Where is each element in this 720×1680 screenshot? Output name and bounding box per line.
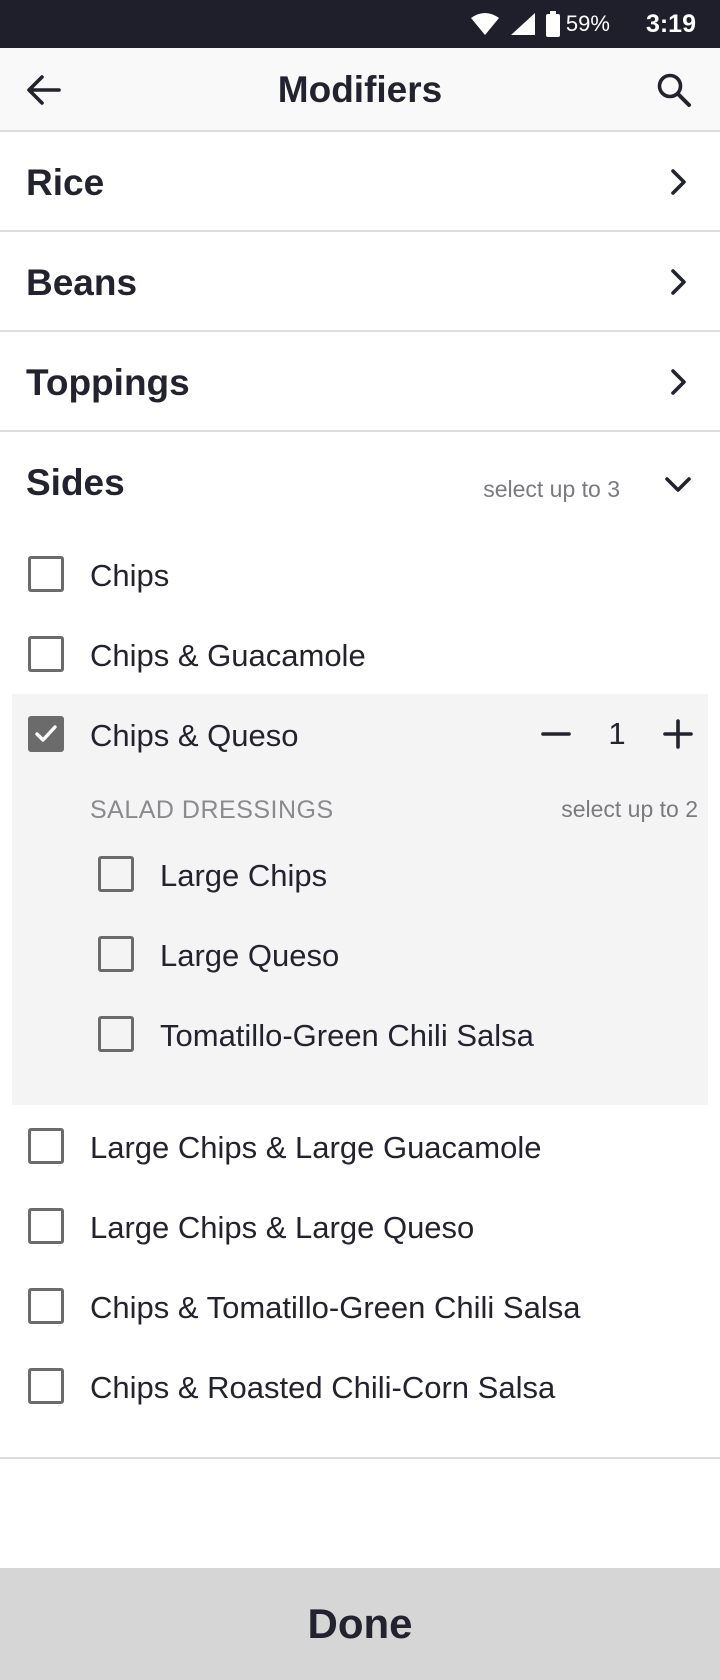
- sub-option-large-chips[interactable]: Large Chips: [12, 834, 708, 914]
- section-sides-header[interactable]: Sides select up to 3: [0, 434, 720, 538]
- option-chips-tomatillo-salsa[interactable]: Chips & Tomatillo-Green Chili Salsa: [0, 1266, 720, 1346]
- option-large-chips-large-guacamole[interactable]: Large Chips & Large Guacamole: [0, 1106, 720, 1186]
- divider: [0, 1457, 720, 1459]
- clock: 3:19: [645, 9, 696, 38]
- checkmark-icon: [35, 725, 57, 742]
- option-label: Large Chips & Large Guacamole: [90, 1130, 542, 1165]
- page-title: Modifiers: [277, 69, 443, 110]
- option-label: Large Chips & Large Queso: [90, 1210, 475, 1245]
- sub-option-tomatillo-salsa[interactable]: Tomatillo-Green Chili Salsa: [12, 994, 708, 1074]
- checkbox[interactable]: [28, 1288, 64, 1324]
- checkbox[interactable]: [98, 936, 134, 972]
- quantity-value: 1: [608, 716, 626, 751]
- section-name: Sides: [26, 462, 125, 503]
- search-button[interactable]: [652, 68, 696, 112]
- subgroup-header: SALAD DRESSINGS select up to 2: [90, 792, 698, 832]
- app-bar: Modifiers: [0, 48, 720, 132]
- option-label: Tomatillo-Green Chili Salsa: [160, 1018, 534, 1053]
- subgroup-title: SALAD DRESSINGS: [90, 796, 334, 824]
- section-beans[interactable]: Beans: [0, 232, 720, 332]
- wifi-icon: [470, 12, 500, 36]
- back-button[interactable]: [22, 68, 66, 112]
- checkbox[interactable]: [28, 636, 64, 672]
- checkbox-checked[interactable]: [28, 716, 64, 752]
- option-chips-queso[interactable]: Chips & Queso 1: [0, 694, 720, 774]
- option-label: Chips & Guacamole: [90, 638, 366, 673]
- option-chips-roasted-corn-salsa[interactable]: Chips & Roasted Chili-Corn Salsa: [0, 1346, 720, 1426]
- section-name: Toppings: [26, 362, 190, 403]
- increase-button[interactable]: [656, 712, 700, 756]
- minus-icon: [541, 732, 571, 736]
- option-label: Chips & Queso: [90, 718, 299, 753]
- chevron-right-icon: [662, 366, 694, 398]
- section-name: Rice: [26, 162, 105, 203]
- checkbox[interactable]: [28, 1208, 64, 1244]
- option-large-chips-large-queso[interactable]: Large Chips & Large Queso: [0, 1186, 720, 1266]
- checkbox[interactable]: [28, 1368, 64, 1404]
- battery-percent: 59%: [565, 11, 610, 36]
- option-label: Chips: [90, 558, 170, 593]
- checkbox[interactable]: [28, 1128, 64, 1164]
- selection-hint: select up to 3: [483, 476, 620, 502]
- checkbox[interactable]: [28, 556, 64, 592]
- chevron-right-icon: [662, 266, 694, 298]
- status-bar: 59% 3:19: [0, 0, 720, 48]
- section-rice[interactable]: Rice: [0, 132, 720, 232]
- section-name: Beans: [26, 262, 138, 303]
- done-button[interactable]: Done: [0, 1568, 720, 1680]
- section-toppings[interactable]: Toppings: [0, 332, 720, 432]
- option-chips-guacamole[interactable]: Chips & Guacamole: [0, 614, 720, 694]
- option-label: Large Queso: [160, 938, 340, 973]
- option-label: Chips & Tomatillo-Green Chili Salsa: [90, 1290, 581, 1325]
- checkbox[interactable]: [98, 856, 134, 892]
- subgroup-hint: select up to 2: [561, 796, 698, 822]
- battery-icon: [545, 11, 560, 37]
- selected-option-panel: Chips & Queso 1 SALAD DRESSINGS select u…: [12, 694, 708, 1105]
- sub-option-large-queso[interactable]: Large Queso: [12, 914, 708, 994]
- plus-icon: [663, 719, 693, 749]
- quantity-stepper: 1: [534, 712, 700, 756]
- decrease-button[interactable]: [534, 712, 578, 756]
- option-label: Chips & Roasted Chili-Corn Salsa: [90, 1370, 556, 1405]
- chevron-down-icon: [662, 468, 694, 500]
- arrow-left-icon: [27, 75, 61, 105]
- checkbox[interactable]: [98, 1016, 134, 1052]
- chevron-right-icon: [662, 166, 694, 198]
- search-icon: [657, 73, 691, 107]
- signal-icon: [510, 12, 536, 36]
- option-chips[interactable]: Chips: [0, 534, 720, 614]
- done-label: Done: [307, 1600, 413, 1647]
- option-label: Large Chips: [160, 858, 328, 893]
